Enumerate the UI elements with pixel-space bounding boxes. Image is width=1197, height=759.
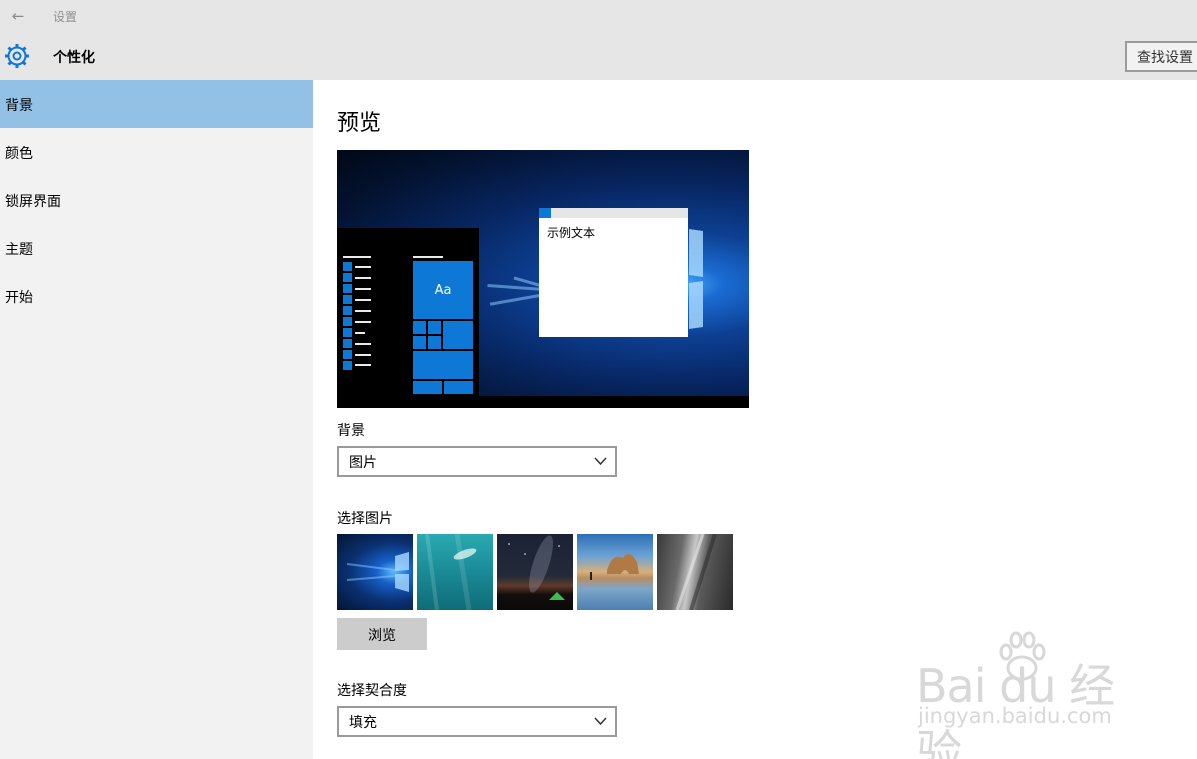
preview-sample-accent (539, 208, 551, 218)
preview-menu-line (355, 364, 371, 366)
preview-menu-line (343, 256, 371, 258)
title-bar: ← 设置 (0, 0, 1197, 32)
picture-thumbnails (337, 534, 737, 610)
picture-thumbnail-rock-face[interactable] (657, 534, 733, 610)
preview-tile (413, 351, 473, 379)
preview-menu-line (355, 343, 371, 345)
preview-menu-icon (343, 361, 352, 370)
thumbnail-art (508, 535, 565, 600)
thumbnail-art (425, 534, 477, 610)
preview-menu-line (355, 354, 371, 356)
preview-menu-icon (343, 295, 352, 304)
thumbnail-art (590, 553, 639, 580)
preview-tile (413, 336, 426, 349)
preview-logo-pane (689, 229, 703, 277)
chevron-down-icon (594, 457, 607, 466)
picture-thumbnail-windows[interactable] (337, 534, 413, 610)
sidebar-item-themes[interactable]: 主题 (0, 224, 313, 272)
background-type-value: 图片 (349, 455, 377, 471)
gear-icon (5, 44, 29, 68)
preview-menu-icon (343, 284, 352, 293)
preview-tile (428, 336, 441, 349)
page-header: 个性化 查找设置 (0, 32, 1197, 80)
preview-menu-line (355, 266, 371, 268)
preview-menu-icon (343, 350, 352, 359)
preview-menu-line (355, 332, 365, 334)
fit-value: 填充 (349, 715, 377, 731)
choose-picture-label: 选择图片 (337, 511, 393, 527)
preview-menu-icon (343, 262, 352, 271)
picture-thumbnail-night-sky[interactable] (497, 534, 573, 610)
preview-menu-line (355, 321, 371, 323)
preview-sample-titlebar (539, 208, 688, 218)
fit-select[interactable]: 填充 (337, 706, 617, 737)
background-label: 背景 (337, 423, 365, 439)
sidebar-item-lock-screen[interactable]: 锁屏界面 (0, 176, 313, 224)
background-type-select[interactable]: 图片 (337, 446, 617, 477)
desktop-preview: Aa 示例文本 (337, 150, 749, 408)
preview-sample-text: 示例文本 (547, 226, 596, 240)
preview-menu-icon (343, 273, 352, 282)
preview-sample-window: 示例文本 (539, 208, 688, 337)
choose-fit-label: 选择契合度 (337, 683, 407, 699)
search-settings-input[interactable]: 查找设置 (1125, 41, 1197, 72)
picture-thumbnail-underwater[interactable] (417, 534, 493, 610)
preview-menu-icon (343, 328, 352, 337)
picture-thumbnail-beach-arch[interactable] (577, 534, 653, 610)
thumbnail-art (675, 534, 717, 610)
preview-taskbar (337, 396, 749, 408)
preview-menu-line (355, 299, 371, 301)
preview-tile (443, 321, 473, 349)
chevron-down-icon (594, 717, 607, 726)
preview-tile (428, 321, 441, 334)
preview-menu-icon (343, 317, 352, 326)
preview-menu-icon (343, 339, 352, 348)
sidebar-item-background[interactable]: 背景 (0, 80, 313, 128)
preview-tile (413, 381, 442, 394)
preview-menu-line (355, 277, 371, 279)
preview-tile-large: Aa (413, 261, 473, 319)
main-content: 预览 Aa 示例文本 背景 图片 选择图片 浏览 选择契合度 填充 (313, 80, 1197, 759)
page-title: 个性化 (53, 50, 95, 66)
section-title-preview: 预览 (337, 111, 382, 136)
sidebar-item-start[interactable]: 开始 (0, 272, 313, 320)
window-title: 设置 (53, 10, 78, 24)
back-arrow-icon[interactable]: ← (8, 6, 28, 26)
thumbnail-art (346, 552, 409, 592)
preview-menu-icon (343, 306, 352, 315)
preview-start-menu: Aa (337, 228, 479, 396)
preview-menu-line (355, 288, 371, 290)
sidebar-item-colors[interactable]: 颜色 (0, 128, 313, 176)
preview-menu-line (355, 310, 371, 312)
browse-button[interactable]: 浏览 (337, 618, 427, 650)
preview-menu-line (413, 256, 443, 258)
preview-tile-label: Aa (434, 283, 452, 298)
preview-tile (413, 321, 426, 334)
preview-tile (444, 381, 473, 394)
sidebar: 背景 颜色 锁屏界面 主题 开始 (0, 80, 313, 759)
preview-logo-pane (689, 281, 703, 329)
